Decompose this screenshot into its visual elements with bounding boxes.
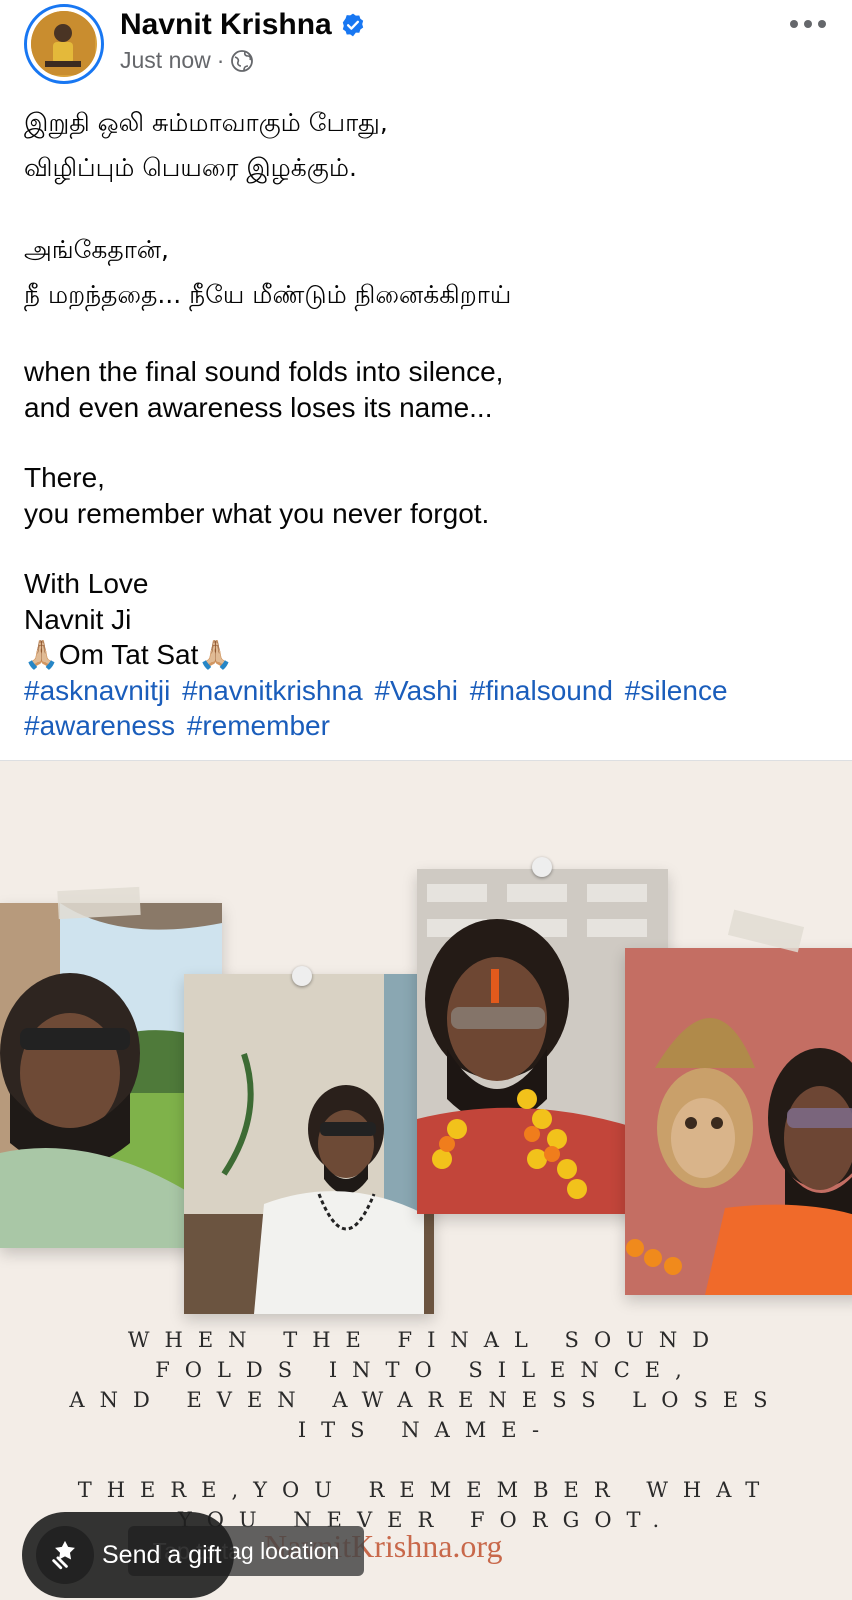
hashtag-link[interactable]: #awareness xyxy=(24,710,175,741)
post-line: நீ மறந்ததை... நீயே மீண்டும் நினைக்கிறாய் xyxy=(24,280,512,309)
caption-line: ITS NAME- xyxy=(297,1418,555,1442)
post-line: Navnit Ji xyxy=(24,603,132,635)
caption-line: WHEN THE FINAL SOUND xyxy=(127,1328,725,1352)
send-gift-button[interactable]: Send a gift xyxy=(22,1512,234,1598)
pin-decoration xyxy=(532,857,552,877)
author-name-row: Navnit Krishna xyxy=(120,8,366,42)
hashtag-list: #asknavnitji #navnitkrishna #Vashi #fina… xyxy=(24,673,834,744)
caption-line: FOLDS INTO SILENCE, xyxy=(155,1358,697,1382)
send-gift-label: Send a gift xyxy=(102,1540,222,1569)
more-dots-icon xyxy=(790,20,798,28)
post-line: விழிப்பும் பெயரை இழக்கும். xyxy=(24,153,357,182)
hashtag-link[interactable]: #Vashi xyxy=(374,675,458,706)
hashtag-link[interactable]: #remember xyxy=(187,710,330,741)
caption-line: THERE,YOU REMEMBER WHAT xyxy=(77,1478,775,1502)
post-header: Navnit Krishna Just now · xyxy=(0,0,852,88)
collage-photo-mask xyxy=(625,948,852,1295)
gift-icon xyxy=(36,1526,94,1584)
post-meta: Just now · xyxy=(120,47,254,74)
verified-badge-icon xyxy=(342,13,363,37)
pin-decoration xyxy=(292,966,312,986)
author-avatar[interactable] xyxy=(24,4,104,84)
post-timestamp[interactable]: Just now xyxy=(120,47,211,74)
post-line: you remember what you never forgot. xyxy=(24,497,490,529)
avatar-image xyxy=(31,11,97,77)
post-body: இறுதி ஒலி சும்மாவாகும் போது, விழிப்பும் … xyxy=(24,100,834,744)
hashtag-link[interactable]: #navnitkrishna xyxy=(182,675,363,706)
caption-line: AND EVEN AWARENESS LOSES xyxy=(69,1388,783,1412)
post-line: அங்கேதான், xyxy=(24,235,169,264)
post-image[interactable]: WHEN THE FINAL SOUND FOLDS INTO SILENCE,… xyxy=(0,761,852,1600)
author-name[interactable]: Navnit Krishna xyxy=(120,8,332,42)
hashtag-link[interactable]: #finalsound xyxy=(470,675,613,706)
tape-decoration xyxy=(57,886,141,920)
hashtag-link[interactable]: #asknavnitji xyxy=(24,675,170,706)
globe-icon[interactable] xyxy=(230,49,254,73)
post-line: இறுதி ஒலி சும்மாவாகும் போது, xyxy=(24,108,388,137)
post-line: 🙏🏼Om Tat Sat🙏🏼 xyxy=(24,639,234,670)
more-options-button[interactable] xyxy=(790,10,826,38)
collage-photo-cafe xyxy=(184,974,434,1314)
post-line: There, xyxy=(24,462,105,493)
post-line: when the final sound folds into silence, xyxy=(24,356,504,387)
tape-decoration xyxy=(727,909,805,953)
hashtag-link[interactable]: #silence xyxy=(625,675,728,706)
meta-separator: · xyxy=(216,47,225,73)
post-line: and even awareness loses its name... xyxy=(24,391,493,423)
image-caption: WHEN THE FINAL SOUND FOLDS INTO SILENCE,… xyxy=(0,1325,852,1535)
post-line: With Love xyxy=(24,568,149,599)
